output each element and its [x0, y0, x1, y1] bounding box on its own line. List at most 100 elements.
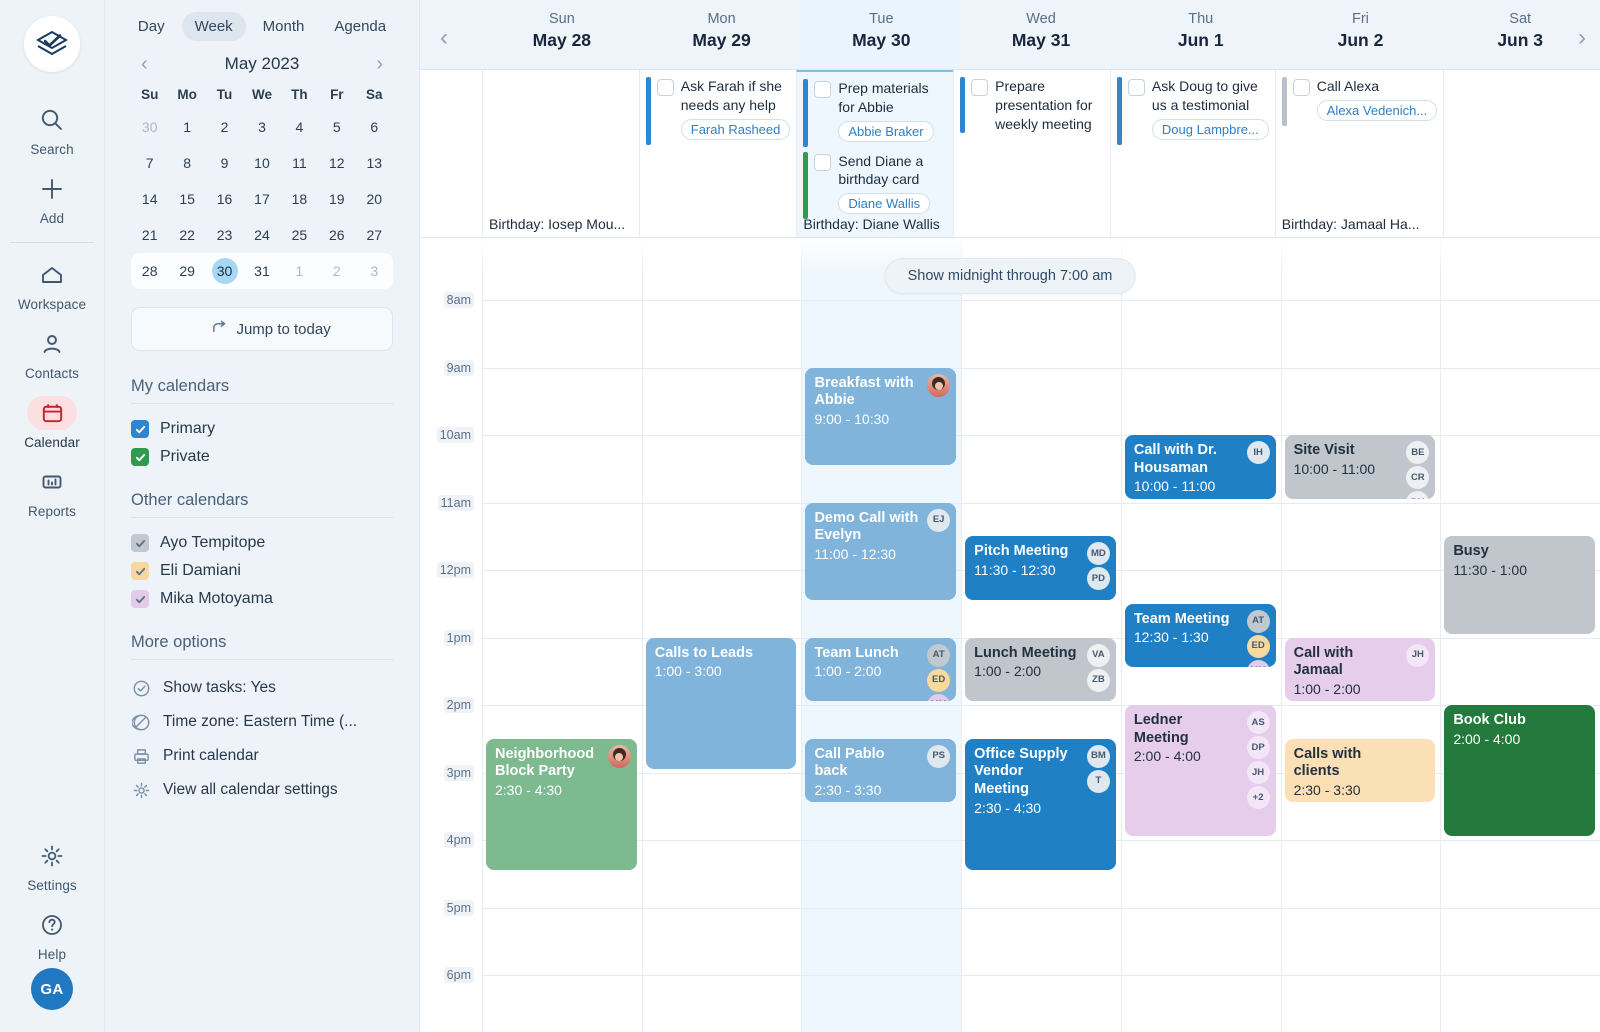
attendee-avatar[interactable]: AS	[1246, 711, 1270, 734]
task-contact-pill[interactable]: Abbie Braker	[838, 120, 934, 142]
mini-calendar-day[interactable]: 8	[168, 145, 205, 181]
task-checkbox[interactable]	[971, 79, 989, 96]
rail-item-search[interactable]: Search	[0, 94, 104, 163]
day-header-fri[interactable]: Fri Jun 2	[1281, 0, 1441, 69]
day-column-3[interactable]: Pitch Meeting 11:30 - 12:30 MD PD Lunch Meet…	[961, 238, 1121, 1032]
chevron-left-icon[interactable]: ‹	[135, 54, 154, 74]
option-time-zone[interactable]: Time zone: Eastern Time (...	[131, 705, 393, 739]
mini-calendar-day[interactable]: 13	[356, 145, 393, 181]
day-header-sat[interactable]: Sat Jun 3	[1440, 0, 1600, 69]
calendar-toggle-primary[interactable]: Primary	[131, 415, 393, 443]
checkbox-icon[interactable]	[131, 590, 149, 608]
task-checkbox[interactable]	[1292, 79, 1310, 96]
option-view-all-settings[interactable]: View all calendar settings	[131, 773, 393, 807]
attendee-avatar[interactable]: DH	[1406, 491, 1430, 499]
calendar-event[interactable]: Call Pablo back 2:30 - 3:30 PS	[805, 738, 957, 803]
day-column-1[interactable]: Calls to Leads 1:00 - 3:00	[641, 238, 802, 1032]
mini-calendar-day[interactable]: 6	[356, 109, 393, 145]
option-print-calendar[interactable]: Print calendar	[131, 739, 393, 773]
calendar-toggle-private[interactable]: Private	[131, 443, 393, 471]
calendar-event[interactable]: Ledner Meeting 2:00 - 4:00 AS DP JH +2	[1124, 705, 1276, 836]
day-header-mon[interactable]: Mon May 29	[642, 0, 802, 69]
calendar-event[interactable]: Call with Jamaal 1:00 - 2:00 JH	[1284, 637, 1436, 701]
calendar-toggle-mika-motoyama[interactable]: Mika Motoyama	[131, 585, 393, 613]
day-column-0[interactable]: Neighborhood Block Party 2:30 - 4:30	[482, 238, 642, 1032]
calendar-event[interactable]: Calls to Leads 1:00 - 3:00	[645, 637, 797, 769]
all-day-cell-3[interactable]: Prepare presentation for weekly meeting	[953, 70, 1110, 237]
attendee-avatar[interactable]: BE	[1406, 441, 1430, 464]
rail-item-workspace[interactable]: Workspace	[0, 249, 104, 318]
mini-calendar-day[interactable]: 22	[168, 217, 205, 253]
tab-agenda[interactable]: Agenda	[321, 12, 399, 41]
day-header-sun[interactable]: Sun May 28	[482, 0, 642, 69]
attendee-avatar[interactable]: DP	[1246, 736, 1270, 759]
attendee-avatar[interactable]: VA	[1086, 643, 1110, 667]
mini-calendar-day[interactable]: 1	[168, 109, 205, 145]
attendee-avatar[interactable]: MD	[1086, 542, 1110, 566]
mini-calendar-day[interactable]: 23	[206, 217, 243, 253]
mini-calendar-day[interactable]: 11	[281, 145, 318, 181]
chevron-right-icon[interactable]: ›	[370, 54, 389, 74]
mini-calendar-day[interactable]: 31	[243, 253, 281, 289]
task-checkbox[interactable]	[814, 153, 832, 171]
mini-calendar-day[interactable]: 9	[206, 145, 243, 181]
mini-calendar-day[interactable]: 25	[281, 217, 318, 253]
tab-week[interactable]: Week	[181, 12, 246, 41]
task-contact-pill[interactable]: Doug Lampbre...	[1151, 118, 1269, 140]
all-day-cell-0[interactable]: Birthday: Iosep Mou...	[482, 70, 639, 237]
rail-item-contacts[interactable]: Contacts	[0, 318, 104, 387]
day-header-thu[interactable]: Thu Jun 1	[1121, 0, 1281, 69]
all-day-cell-4[interactable]: Ask Doug to give us a testimonial Doug La…	[1109, 70, 1275, 237]
calendar-event[interactable]: Neighborhood Block Party 2:30 - 4:30	[486, 738, 637, 870]
tab-month[interactable]: Month	[250, 12, 318, 41]
tab-day[interactable]: Day	[125, 12, 178, 41]
attendee-avatar[interactable]: AT	[1246, 609, 1270, 633]
calendar-event[interactable]: Office Supply Vendor Meeting 2:30 - 4:30 B…	[965, 738, 1116, 870]
day-column-4[interactable]: Call with Dr. Housaman 10:00 - 11:00 IH Tea…	[1120, 238, 1281, 1032]
calendar-event[interactable]: Team Lunch1:00 - 2:00ATEDMM	[805, 637, 957, 701]
task-checkbox[interactable]	[814, 81, 832, 98]
task-contact-pill[interactable]: Alexa Vedenich...	[1316, 99, 1438, 121]
task-checkbox[interactable]	[1127, 79, 1145, 96]
attendee-avatar[interactable]: ZB	[1086, 668, 1110, 692]
attendee-avatar[interactable]: IH	[1246, 441, 1270, 464]
calendar-event[interactable]: Breakfast with Abbie 9:00 - 10:30	[805, 367, 957, 465]
mini-calendar-day[interactable]: 14	[131, 181, 168, 217]
calendar-event[interactable]: Book Club 2:00 - 4:00	[1444, 705, 1596, 836]
user-avatar[interactable]: GA	[31, 968, 73, 1010]
attendee-avatar[interactable]: MM	[1246, 659, 1270, 668]
mini-calendar-day[interactable]: 2	[318, 253, 356, 289]
mini-calendar-day[interactable]: 30	[205, 253, 244, 289]
mini-calendar-day[interactable]: 3	[243, 109, 280, 145]
mini-calendar-day[interactable]: 20	[356, 181, 393, 217]
day-column-5[interactable]: Site Visit10:00 - 11:00BECRDHCall with J…	[1280, 238, 1441, 1032]
mini-calendar-day[interactable]: 24	[243, 217, 280, 253]
checkbox-icon[interactable]	[131, 562, 149, 580]
app-logo-icon[interactable]	[24, 16, 80, 72]
day-column-6[interactable]: Busy 11:30 - 1:00 Book Club 2:00 - 4:00	[1440, 238, 1600, 1032]
calendar-event[interactable]: Calls with clients 2:30 - 3:30	[1284, 738, 1436, 803]
attendee-avatar[interactable]: BM	[1086, 744, 1110, 768]
all-day-cell-2[interactable]: Prep materials for Abbie Abbie Braker Send…	[796, 70, 954, 237]
rail-item-reports[interactable]: Reports	[0, 456, 104, 525]
attendee-avatar[interactable]: ED	[927, 668, 951, 692]
day-column-2[interactable]: Breakfast with Abbie 9:00 - 10:30 Demo Cal…	[801, 238, 962, 1032]
task-item[interactable]: Prepare presentation for weekly meeting	[960, 77, 1104, 134]
calendar-event[interactable]: Team Meeting12:30 - 1:30ATEDMM	[1124, 603, 1276, 668]
calendar-event[interactable]: Call with Dr. Housaman 10:00 - 11:00 IH	[1124, 435, 1276, 499]
mini-calendar-day[interactable]: 3	[355, 253, 393, 289]
calendar-toggle-ayo-tempitope[interactable]: Ayo Tempitope	[131, 529, 393, 557]
task-contact-pill[interactable]: Diane Wallis	[838, 193, 931, 214]
mini-calendar-day[interactable]: 19	[318, 181, 355, 217]
task-item[interactable]: Ask Doug to give us a testimonial Doug La…	[1116, 77, 1269, 145]
task-contact-pill[interactable]: Farah Rasheed	[680, 118, 791, 140]
task-item[interactable]: Prep materials for Abbie Abbie Braker	[803, 79, 947, 147]
calendar-event[interactable]: Busy 11:30 - 1:00	[1444, 536, 1596, 634]
mini-calendar-day[interactable]: 30	[131, 109, 168, 145]
mini-calendar-day[interactable]: 28	[131, 253, 169, 289]
option-show-tasks[interactable]: Show tasks: Yes	[131, 671, 393, 705]
calendar-event[interactable]: Pitch Meeting 11:30 - 12:30 MD PD	[965, 536, 1116, 600]
rail-item-help[interactable]: Help	[0, 899, 104, 968]
checkbox-icon[interactable]	[131, 448, 149, 466]
rail-item-add[interactable]: Add	[0, 163, 104, 232]
